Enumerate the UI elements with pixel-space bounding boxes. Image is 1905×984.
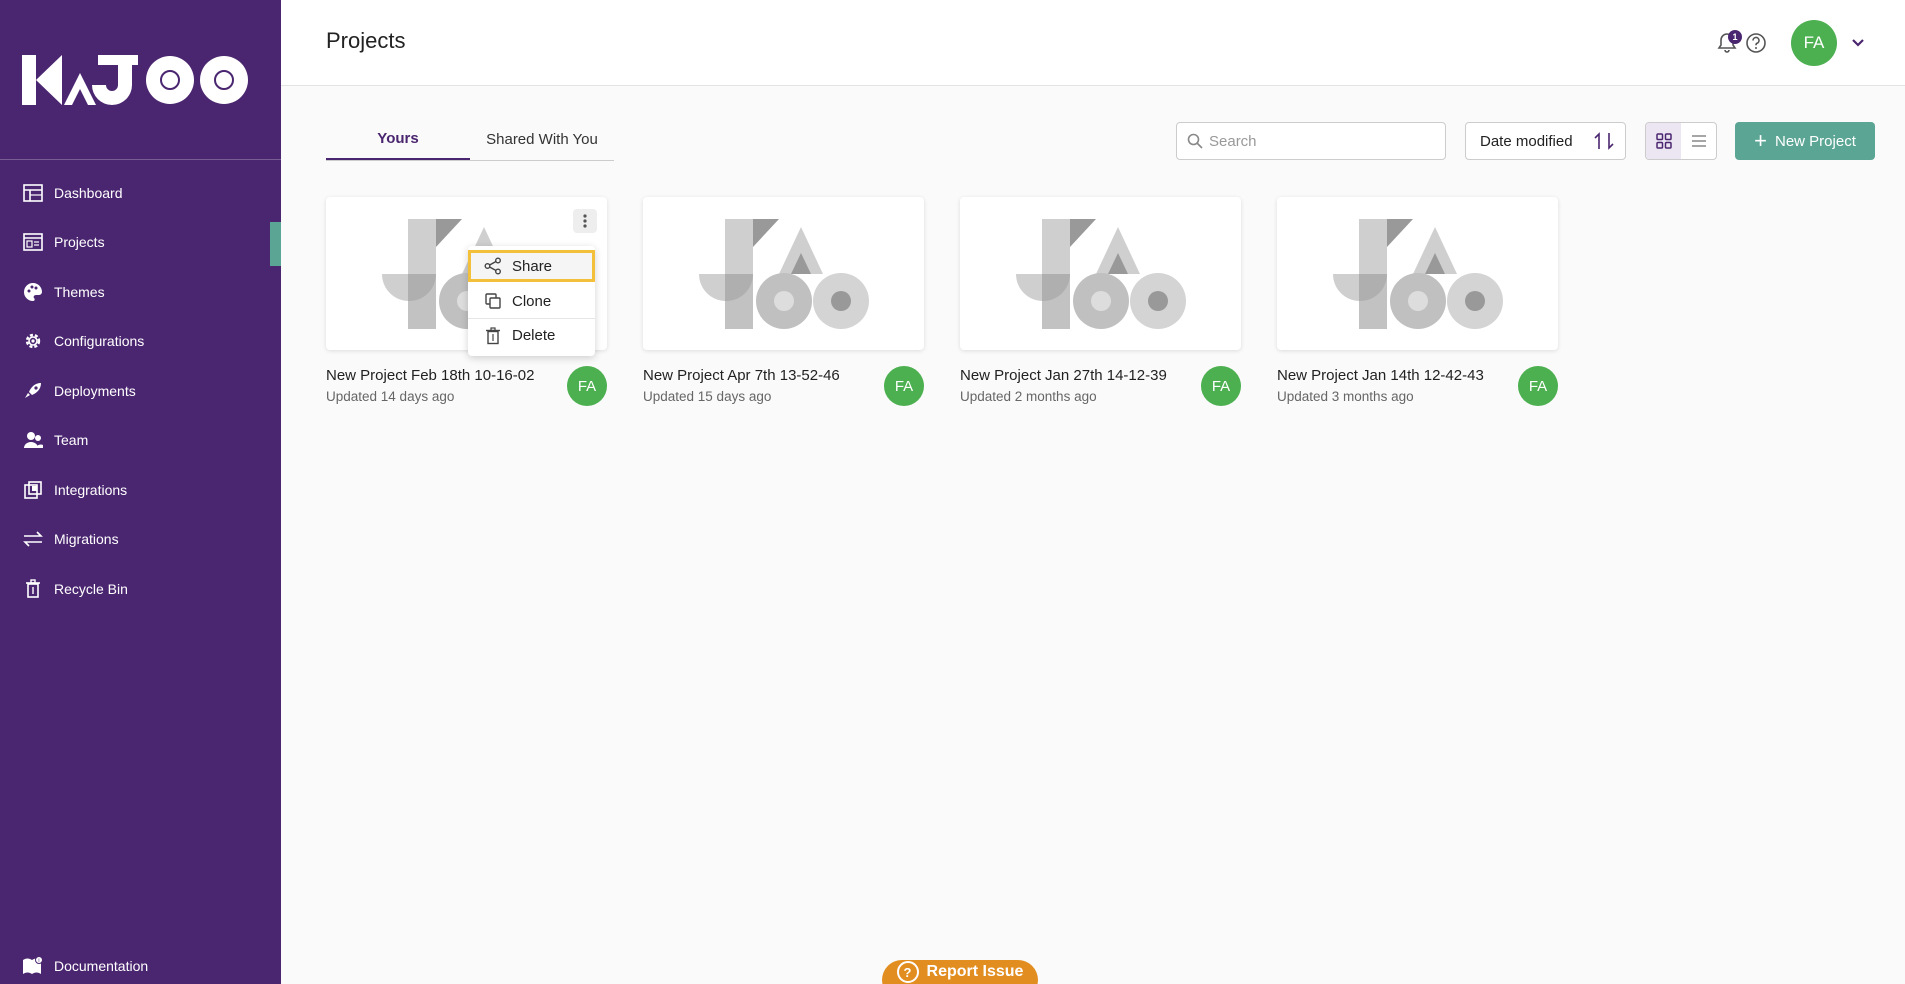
kajoo-placeholder-icon (1015, 218, 1186, 329)
project-card[interactable]: New Project Jan 14th 12-42-43 Updated 3 … (1277, 197, 1558, 406)
menu-item-share[interactable]: Share (468, 250, 595, 282)
grid-view-button[interactable] (1646, 123, 1681, 159)
search-box (1176, 122, 1446, 160)
help-icon (1746, 33, 1766, 53)
kajoo-placeholder-icon (698, 218, 869, 329)
layout-icon (22, 231, 44, 253)
sidebar-item-label: Configurations (54, 333, 145, 350)
sidebar-item-themes[interactable]: Themes (0, 267, 281, 317)
sidebar-item-label: Dashboard (54, 184, 123, 201)
project-card[interactable]: New Project Jan 27th 14-12-39 Updated 2 … (960, 197, 1241, 406)
project-name[interactable]: New Project Feb 18th 10-16-02 (326, 367, 607, 384)
kebab-icon (583, 214, 587, 228)
rocket-icon (22, 380, 44, 402)
sidebar: Dashboard Projects Themes Configurations… (0, 0, 281, 984)
search-icon (1187, 133, 1203, 149)
new-project-button[interactable]: + New Project (1735, 122, 1875, 160)
header: Projects 1 FA (281, 0, 1905, 86)
menu-item-label: Share (512, 257, 553, 275)
plus-icon: + (1754, 128, 1767, 153)
project-thumbnail[interactable] (960, 197, 1241, 350)
project-name[interactable]: New Project Jan 14th 12-42-43 (1277, 367, 1558, 384)
card-menu-button[interactable] (573, 209, 597, 233)
owner-avatar: FA (567, 366, 607, 406)
users-icon (22, 429, 44, 451)
project-card[interactable]: New Project Apr 7th 13-52-46 Updated 15 … (643, 197, 924, 406)
menu-item-label: Clone (512, 292, 552, 310)
project-tabs: Yours Shared With You (326, 118, 614, 161)
owner-avatar: FA (1201, 366, 1241, 406)
project-updated: Updated 15 days ago (643, 389, 772, 404)
user-avatar[interactable]: FA (1791, 20, 1837, 66)
kajoo-logo-icon (22, 54, 248, 105)
new-project-label: New Project (1775, 132, 1856, 150)
list-view-button[interactable] (1681, 123, 1716, 159)
sidebar-item-migrations[interactable]: Migrations (0, 515, 281, 565)
view-toggle (1645, 122, 1717, 160)
list-icon (1691, 135, 1706, 147)
tab-yours[interactable]: Yours (326, 118, 470, 160)
sidebar-item-dashboard[interactable]: Dashboard (0, 168, 281, 218)
trash-icon (22, 578, 44, 600)
notifications-button[interactable]: 1 (1717, 30, 1742, 54)
help-button[interactable] (1745, 32, 1767, 54)
sort-icon (1594, 132, 1614, 150)
sidebar-item-label: Migrations (54, 531, 119, 548)
project-updated: Updated 2 months ago (960, 389, 1097, 404)
documentation-icon: i (22, 955, 44, 977)
sidebar-item-team[interactable]: Team (0, 416, 281, 466)
sidebar-item-label: Deployments (54, 382, 136, 399)
search-input[interactable] (1209, 132, 1429, 150)
project-thumbnail[interactable] (643, 197, 924, 350)
sidebar-item-label: Integrations (54, 481, 128, 498)
sidebar-bottom: i Documentation (0, 948, 281, 984)
sort-select[interactable]: Date modified (1465, 122, 1626, 160)
chevron-down-icon[interactable] (1851, 38, 1865, 48)
sidebar-nav: Dashboard Projects Themes Configurations… (0, 160, 281, 614)
arrows-icon (22, 528, 44, 550)
report-issue-button[interactable]: ? Report Issue (882, 960, 1038, 984)
integrations-icon (22, 479, 44, 501)
sidebar-item-integrations[interactable]: Integrations (0, 465, 281, 515)
owner-avatar: FA (884, 366, 924, 406)
logo[interactable] (0, 0, 281, 160)
palette-icon (22, 281, 44, 303)
table-icon (22, 182, 44, 204)
project-name[interactable]: New Project Apr 7th 13-52-46 (643, 367, 924, 384)
sidebar-item-label: Team (54, 432, 89, 449)
sidebar-item-label: Documentation (54, 958, 149, 974)
tab-shared-with-you[interactable]: Shared With You (470, 118, 614, 160)
project-updated: Updated 14 days ago (326, 389, 455, 404)
owner-avatar: FA (1518, 366, 1558, 406)
kajoo-placeholder-icon (1332, 218, 1503, 329)
menu-item-label: Delete (512, 327, 556, 344)
menu-item-clone[interactable]: Clone (468, 284, 595, 318)
project-name[interactable]: New Project Jan 27th 14-12-39 (960, 367, 1241, 384)
gear-icon (22, 330, 44, 352)
grid-icon (1655, 133, 1672, 149)
share-icon (484, 257, 502, 275)
sidebar-item-documentation[interactable]: i Documentation (0, 948, 281, 984)
sidebar-item-deployments[interactable]: Deployments (0, 366, 281, 416)
svg-text:i: i (38, 958, 39, 964)
project-thumbnail[interactable] (1277, 197, 1558, 350)
project-updated: Updated 3 months ago (1277, 389, 1414, 404)
clone-icon (484, 292, 502, 310)
trash-icon (484, 326, 502, 345)
notification-badge: 1 (1728, 30, 1742, 44)
help-icon: ? (896, 961, 919, 983)
header-actions: 1 FA (1717, 20, 1865, 66)
sidebar-item-recycle-bin[interactable]: Recycle Bin (0, 564, 281, 614)
report-issue-label: Report Issue (926, 963, 1024, 980)
sidebar-item-label: Recycle Bin (54, 580, 128, 597)
card-context-menu: Share Clone Delete (468, 246, 595, 356)
page-title: Projects (326, 28, 406, 53)
menu-item-delete[interactable]: Delete (468, 318, 595, 352)
sidebar-item-label: Projects (54, 234, 105, 251)
sort-label: Date modified (1480, 132, 1573, 150)
sidebar-item-label: Themes (54, 283, 105, 300)
sidebar-item-configurations[interactable]: Configurations (0, 317, 281, 367)
sidebar-item-projects[interactable]: Projects (0, 218, 281, 268)
